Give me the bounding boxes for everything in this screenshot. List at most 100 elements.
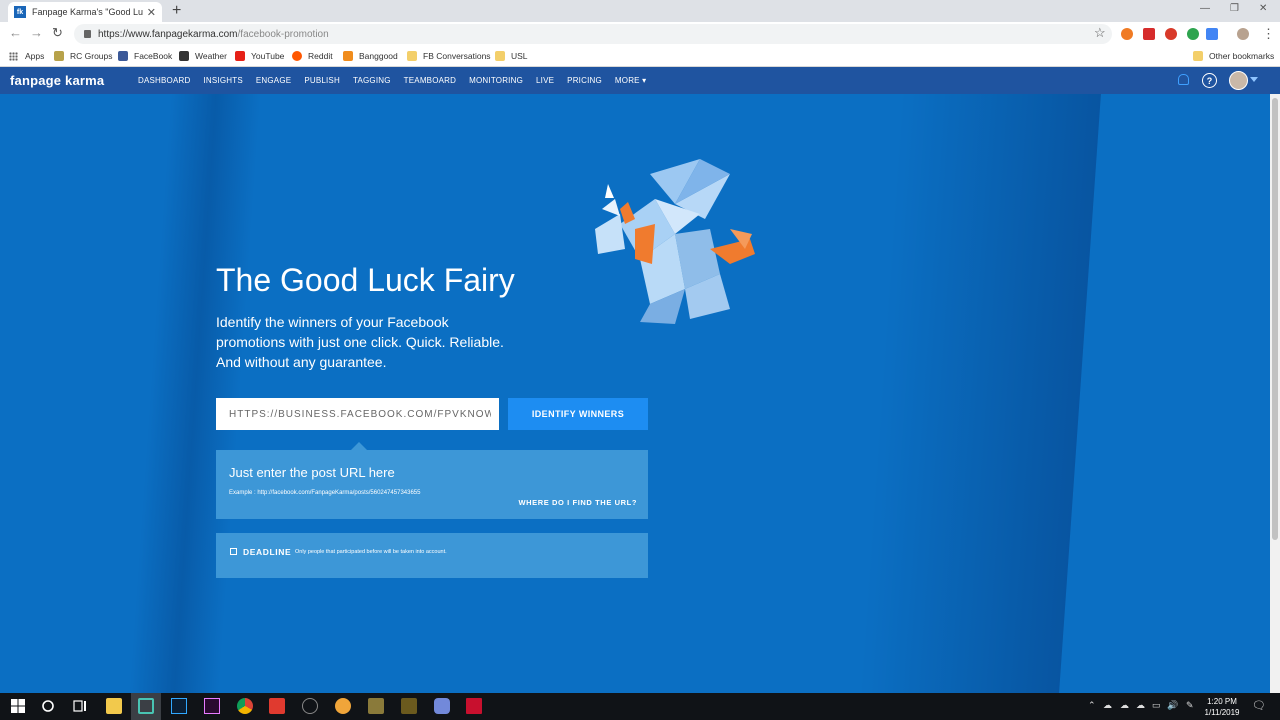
tray-chevron-up-icon[interactable]: ⌃ bbox=[1088, 700, 1096, 711]
youtube-icon bbox=[235, 51, 245, 61]
unicorn-dragon-illustration bbox=[595, 159, 755, 324]
bookmarks-bar: Apps RC Groups FaceBook Weather YouTube … bbox=[0, 46, 1280, 67]
bookmark-label: Weather bbox=[195, 51, 227, 61]
cloud-icon[interactable]: ☁ bbox=[1120, 700, 1129, 711]
clock-time: 1:20 PM bbox=[1207, 697, 1237, 706]
address-bar[interactable]: https://www.fanpagekarma.com /facebook-p… bbox=[74, 24, 1112, 44]
volume-icon[interactable]: 🔊 bbox=[1167, 700, 1178, 711]
bookmark-rc-groups[interactable]: RC Groups bbox=[54, 51, 113, 61]
app-game-icon[interactable] bbox=[401, 698, 417, 714]
new-tab-icon[interactable]: + bbox=[172, 2, 181, 20]
app-bird-icon[interactable] bbox=[368, 698, 384, 714]
site-navbar: fanpage karma DASHBOARD INSIGHTS ENGAGE … bbox=[0, 67, 1280, 94]
post-url-input[interactable] bbox=[216, 398, 499, 430]
extension-green-icon[interactable] bbox=[1187, 28, 1199, 40]
minimize-icon[interactable]: — bbox=[1200, 3, 1210, 14]
bookmark-youtube[interactable]: YouTube bbox=[235, 51, 284, 61]
url-help-card: Just enter the post URL here Example : h… bbox=[216, 442, 648, 519]
browser-tab[interactable]: fk Fanpage Karma's "Good Luck Fai ✕ bbox=[8, 2, 162, 22]
deadline-checkbox[interactable] bbox=[230, 548, 237, 555]
profile-avatar-icon[interactable] bbox=[1237, 28, 1249, 40]
app-s-icon[interactable] bbox=[269, 698, 285, 714]
bookmark-reddit[interactable]: Reddit bbox=[292, 51, 333, 61]
nav-publish[interactable]: PUBLISH bbox=[304, 76, 340, 85]
nav-live[interactable]: LIVE bbox=[536, 76, 554, 85]
bookmark-fb-conversations[interactable]: FB Conversations bbox=[407, 51, 491, 61]
nav-pricing[interactable]: PRICING bbox=[567, 76, 602, 85]
user-avatar[interactable] bbox=[1229, 71, 1248, 90]
reload-icon[interactable]: ↻ bbox=[52, 26, 63, 40]
windows-start-icon[interactable] bbox=[10, 698, 26, 714]
restore-icon[interactable]: ❐ bbox=[1230, 3, 1239, 14]
hero-shade-right bbox=[859, 94, 1101, 693]
url-path: /facebook-promotion bbox=[237, 28, 329, 40]
help-example: Example : http://facebook.com/FanpageKar… bbox=[229, 490, 421, 496]
windows-taskbar: ⌃ ☁ ☁ ☁ ▭ 🔊 ✎ 1:20 PM 1/11/2019 🗨 bbox=[0, 693, 1280, 720]
bookmark-facebook[interactable]: FaceBook bbox=[118, 51, 172, 61]
rc-groups-icon bbox=[54, 51, 64, 61]
nav-dashboard[interactable]: DASHBOARD bbox=[138, 76, 190, 85]
discord-icon[interactable] bbox=[434, 698, 450, 714]
nav-more[interactable]: MORE ▾ bbox=[615, 76, 646, 85]
extension-lastpass-icon[interactable] bbox=[1143, 28, 1155, 40]
page-scrollbar[interactable] bbox=[1270, 94, 1280, 693]
bookmark-other[interactable]: Other bookmarks bbox=[1193, 51, 1274, 61]
nav-teamboard[interactable]: TEAMBOARD bbox=[404, 76, 456, 85]
extension-red-icon[interactable] bbox=[1165, 28, 1177, 40]
screen-recorder-icon[interactable] bbox=[138, 698, 154, 714]
bookmark-apps[interactable]: Apps bbox=[9, 51, 44, 61]
scrollbar-thumb[interactable] bbox=[1272, 98, 1278, 540]
chevron-down-icon[interactable] bbox=[1250, 77, 1258, 82]
bookmark-label: FB Conversations bbox=[423, 51, 491, 61]
photoshop-icon[interactable] bbox=[171, 698, 187, 714]
deadline-label[interactable]: DEADLINE bbox=[243, 547, 291, 557]
browser-menu-icon[interactable]: ⋮ bbox=[1262, 26, 1275, 42]
notifications-icon[interactable]: 🗨 bbox=[1252, 699, 1266, 712]
search-icon[interactable] bbox=[40, 698, 56, 714]
forward-icon[interactable]: → bbox=[30, 26, 43, 40]
browser-toolbar: ← → ↻ https://www.fanpagekarma.com /face… bbox=[0, 22, 1280, 46]
where-find-url-link[interactable]: WHERE DO I FIND THE URL? bbox=[518, 498, 637, 507]
extension-translate-icon[interactable] bbox=[1206, 28, 1218, 40]
close-tab-icon[interactable]: ✕ bbox=[147, 6, 156, 19]
chrome-icon[interactable] bbox=[237, 698, 253, 714]
deadline-card: DEADLINE Only people that participated b… bbox=[216, 533, 648, 578]
identify-winners-button[interactable]: IDENTIFY WINNERS bbox=[508, 398, 648, 430]
nav-tagging[interactable]: TAGGING bbox=[353, 76, 391, 85]
app-red-icon[interactable] bbox=[466, 698, 482, 714]
folder-icon bbox=[407, 51, 417, 61]
app-orange-icon[interactable] bbox=[335, 698, 351, 714]
bookmark-label: YouTube bbox=[251, 51, 285, 61]
bookmark-label: Reddit bbox=[308, 51, 333, 61]
notifications-bell-icon[interactable] bbox=[1178, 74, 1189, 85]
apps-icon bbox=[9, 51, 18, 61]
card-notch bbox=[351, 442, 367, 450]
pen-icon[interactable]: ✎ bbox=[1186, 700, 1194, 711]
bookmark-weather[interactable]: Weather bbox=[179, 51, 227, 61]
reddit-icon bbox=[292, 51, 302, 61]
drone-app-icon[interactable] bbox=[302, 698, 318, 714]
back-icon[interactable]: ← bbox=[9, 26, 22, 40]
onedrive-icon[interactable]: ☁ bbox=[1103, 700, 1112, 711]
bookmark-usl[interactable]: USL bbox=[495, 51, 528, 61]
premiere-icon[interactable] bbox=[204, 698, 220, 714]
bookmark-label: FaceBook bbox=[134, 51, 173, 61]
hero-lead-text: Identify the winners of your Facebook pr… bbox=[216, 314, 504, 370]
url-domain: https://www.fanpagekarma.com bbox=[98, 28, 238, 40]
deadline-note: Only people that participated before wil… bbox=[295, 549, 447, 555]
network-icon[interactable]: ▭ bbox=[1152, 700, 1161, 711]
file-explorer-icon[interactable] bbox=[106, 698, 122, 714]
help-icon[interactable]: ? bbox=[1202, 73, 1217, 88]
nav-insights[interactable]: INSIGHTS bbox=[203, 76, 242, 85]
site-logo[interactable]: fanpage karma bbox=[10, 73, 104, 88]
extension-rss-icon[interactable] bbox=[1121, 28, 1133, 40]
nav-engage[interactable]: ENGAGE bbox=[256, 76, 291, 85]
bookmark-star-icon[interactable]: ☆ bbox=[1094, 25, 1106, 41]
folder-icon bbox=[1193, 51, 1203, 61]
bookmark-banggood[interactable]: Banggood bbox=[343, 51, 398, 61]
nav-monitoring[interactable]: MONITORING bbox=[469, 76, 523, 85]
task-view-icon[interactable] bbox=[72, 698, 88, 714]
cloud-sync-icon[interactable]: ☁ bbox=[1136, 700, 1145, 711]
taskbar-clock[interactable]: 1:20 PM 1/11/2019 bbox=[1196, 696, 1248, 718]
close-window-icon[interactable]: ✕ bbox=[1259, 3, 1267, 14]
